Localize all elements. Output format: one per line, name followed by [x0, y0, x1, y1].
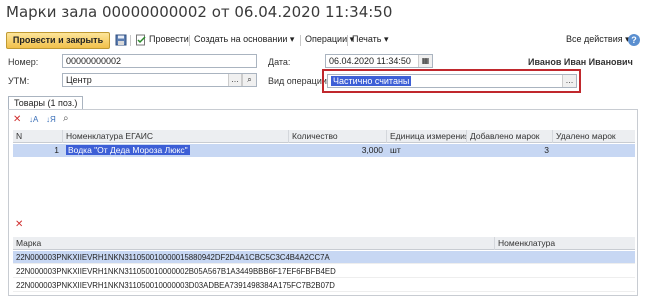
dropdown-arrow-icon: ▾	[384, 34, 389, 44]
row-added-marks: 3	[544, 145, 549, 155]
sort-ascending-icon[interactable]: ↓A	[29, 114, 38, 126]
all-actions-menu[interactable]: Все действия ▾	[566, 34, 630, 45]
utm-open-icon[interactable]: ⌕	[242, 74, 256, 86]
create-based-on-label: Создать на основании	[194, 34, 288, 44]
mark-nomenclature	[495, 251, 635, 264]
date-label: Дата:	[268, 57, 291, 67]
mark-nomenclature	[495, 279, 635, 292]
row-quantity: 3,000	[361, 145, 383, 155]
toolbar-separator	[347, 35, 348, 46]
search-icon[interactable]: ⌕	[63, 113, 69, 125]
utm-select-button[interactable]: …	[228, 74, 242, 86]
goods-table-header: N Номенклатура ЕГАИС Количество Единица …	[13, 130, 635, 143]
utm-value: Центр	[66, 75, 92, 85]
help-button[interactable]: ?	[628, 34, 640, 46]
mark-nomenclature	[495, 265, 635, 278]
delete-mark-icon[interactable]: ✕	[15, 219, 23, 231]
goods-tab-panel: ✕ ↓A ↓Я ⌕ N Номенклатура ЕГАИС Количеств…	[8, 109, 638, 296]
number-label: Номер:	[8, 57, 39, 67]
operation-kind-label: Вид операции:	[268, 76, 330, 86]
dropdown-arrow-icon: ▾	[289, 34, 295, 44]
row-number: 1	[54, 145, 59, 155]
post-button[interactable]: Провести	[149, 34, 189, 44]
number-field[interactable]: 00000000002	[62, 54, 257, 68]
column-nomenclature-egais[interactable]: Номенклатура ЕГАИС	[63, 130, 289, 143]
column-quantity[interactable]: Количество	[289, 130, 387, 143]
table-row[interactable]: 22N000003PNKXIIEVRH1NKN31105001000001588…	[13, 251, 635, 264]
all-actions-label: Все действия	[566, 34, 623, 44]
row-removed-marks	[553, 144, 635, 157]
operations-label: Операции	[305, 34, 348, 44]
column-n[interactable]: N	[13, 130, 63, 143]
row-unit: шт	[390, 145, 401, 155]
toolbar-separator	[300, 35, 301, 46]
mark-code: 22N000003PNKXIIEVRH1NKN311050010000003D0…	[16, 281, 335, 290]
row-nomenclature: Водка "От Деда Мороза Люкс"	[63, 144, 289, 157]
table-row[interactable]: 1 Водка "От Деда Мороза Люкс" 3,000 шт 3	[13, 144, 635, 157]
calendar-icon[interactable]: ▦	[418, 55, 432, 67]
table-row[interactable]: 22N000003PNKXIIEVRH1NKN311050010000002B0…	[13, 265, 635, 278]
user-name: Иванов Иван Иванович	[528, 57, 633, 67]
post-and-close-button[interactable]: Провести и закрыть	[6, 32, 110, 49]
column-mark-nomenclature[interactable]: Номенклатура	[495, 237, 635, 250]
save-icon[interactable]	[115, 34, 127, 46]
utm-label: УТМ:	[8, 76, 30, 86]
mark-code: 22N000003PNKXIIEVRH1NKN31105001000001588…	[16, 253, 330, 262]
post-icon	[136, 34, 146, 46]
column-mark[interactable]: Марка	[13, 237, 495, 250]
toolbar-separator	[189, 35, 190, 46]
toolbar-separator	[130, 35, 131, 46]
date-value: 06.04.2020 11:34:50	[329, 56, 411, 66]
highlight-frame	[322, 69, 581, 93]
table-row[interactable]: 22N000003PNKXIIEVRH1NKN311050010000003D0…	[13, 279, 635, 292]
row-nomenclature-value: Водка "От Деда Мороза Люкс"	[66, 145, 190, 155]
column-unit[interactable]: Единица измерения	[387, 130, 467, 143]
toolbar: Провести и закрыть Провести Создать на о…	[4, 31, 644, 51]
print-label: Печать	[352, 34, 382, 44]
print-menu[interactable]: Печать ▾	[352, 34, 389, 45]
delete-icon[interactable]: ✕	[13, 114, 21, 126]
column-removed-marks[interactable]: Удалено марок	[553, 130, 635, 143]
sort-descending-icon[interactable]: ↓Я	[46, 114, 56, 126]
tab-goods[interactable]: Товары (1 поз.)	[8, 96, 84, 110]
marks-table-header: Марка Номенклатура	[13, 237, 635, 250]
column-added-marks[interactable]: Добавлено марок	[467, 130, 553, 143]
mark-code: 22N000003PNKXIIEVRH1NKN311050010000002B0…	[16, 267, 336, 276]
date-field[interactable]: 06.04.2020 11:34:50 ▦	[325, 54, 433, 68]
window-title: Марки зала 00000000002 от 06.04.2020 11:…	[6, 3, 393, 21]
utm-field[interactable]: Центр … ⌕	[62, 73, 257, 87]
create-based-on-menu[interactable]: Создать на основании ▾	[194, 34, 294, 45]
